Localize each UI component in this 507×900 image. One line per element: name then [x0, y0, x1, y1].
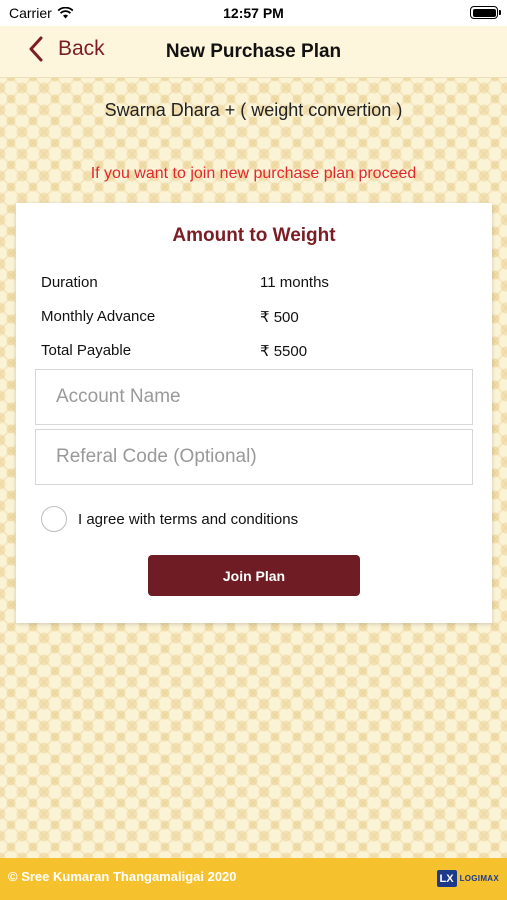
total-payable-row: Total Payable ₹ 5500 [41, 342, 472, 362]
monthly-advance-row: Monthly Advance ₹ 500 [41, 308, 472, 328]
logimax-logo: LX LOGIMAX [436, 870, 499, 887]
total-payable-label: Total Payable [41, 342, 132, 359]
referral-code-input[interactable] [35, 429, 473, 485]
battery-icon [470, 6, 501, 19]
terms-label: I agree with terms and conditions [78, 510, 299, 528]
navigation-bar: Back New Purchase Plan [0, 26, 507, 78]
join-plan-button[interactable]: Join Plan [148, 555, 360, 596]
total-payable-value: ₹ 5500 [260, 343, 308, 360]
terms-checkbox[interactable] [41, 506, 67, 532]
plan-card: Amount to Weight Duration 11 months Mont… [16, 203, 492, 623]
logo-mark: LX [436, 870, 457, 887]
card-title: Amount to Weight [172, 225, 336, 246]
status-time: 12:57 PM [223, 5, 284, 21]
duration-row: Duration 11 months [41, 274, 472, 294]
duration-label: Duration [41, 274, 98, 291]
monthly-advance-label: Monthly Advance [41, 308, 156, 325]
terms-row: I agree with terms and conditions [41, 506, 298, 532]
logo-text: LOGIMAX [459, 874, 499, 883]
plan-name: Swarna Dhara + ( weight convertion ) [104, 100, 403, 120]
info-message: If you want to join new purchase plan pr… [90, 165, 417, 182]
page-title: New Purchase Plan [165, 41, 342, 62]
footer: © Sree Kumaran Thangamaligai 2020 LX LOG… [0, 858, 507, 900]
account-name-input[interactable] [35, 369, 473, 425]
monthly-advance-value: ₹ 500 [260, 309, 299, 326]
status-bar: Carrier 12:57 PM [0, 0, 507, 26]
copyright-text: © Sree Kumaran Thangamaligai 2020 [8, 869, 237, 884]
duration-value: 11 months [260, 274, 329, 291]
